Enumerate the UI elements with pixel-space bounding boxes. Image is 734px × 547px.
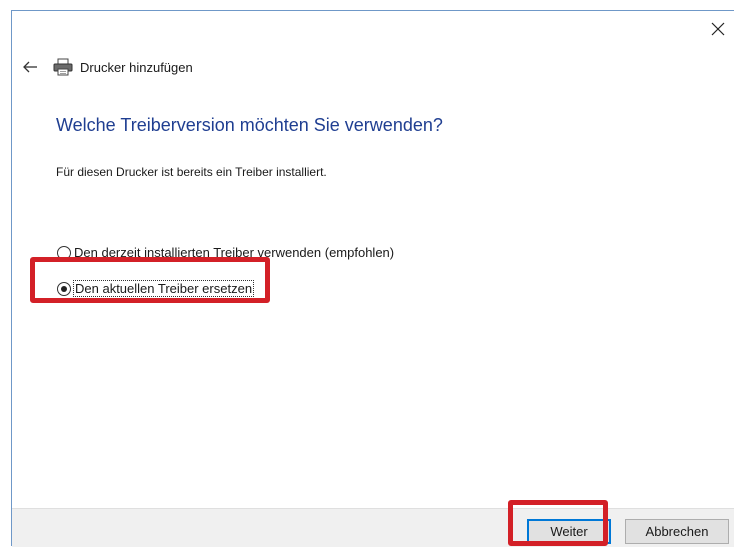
radio-button-selected[interactable]	[57, 281, 71, 296]
back-arrow-icon	[23, 61, 37, 73]
dialog-title: Drucker hinzufügen	[80, 59, 193, 75]
add-printer-dialog: Drucker hinzufügen Welche Treiberversion…	[11, 10, 734, 547]
info-text: Für diesen Drucker ist bereits ein Treib…	[56, 165, 327, 179]
page-heading: Welche Treiberversion möchten Sie verwen…	[56, 115, 443, 135]
close-button[interactable]	[704, 15, 732, 43]
radio-button-unselected[interactable]	[57, 245, 71, 260]
printer-icon	[52, 57, 74, 77]
radio-option-label: Den derzeit installierten Treiber verwen…	[74, 245, 395, 260]
radio-option-use-installed[interactable]: Den derzeit installierten Treiber verwen…	[57, 245, 394, 260]
radio-option-replace-driver[interactable]: Den aktuellen Treiber ersetzen	[57, 280, 255, 297]
cancel-button[interactable]: Abbrechen	[625, 519, 729, 544]
radio-option-label: Den aktuellen Treiber ersetzen	[72, 280, 255, 297]
radio-dot-icon	[61, 285, 67, 292]
close-icon	[711, 22, 725, 36]
next-button[interactable]: Weiter	[527, 519, 611, 544]
dialog-footer: Weiter Abbrechen	[12, 508, 734, 547]
back-button[interactable]	[20, 57, 40, 77]
dialog-header: Drucker hinzufügen	[20, 55, 193, 79]
